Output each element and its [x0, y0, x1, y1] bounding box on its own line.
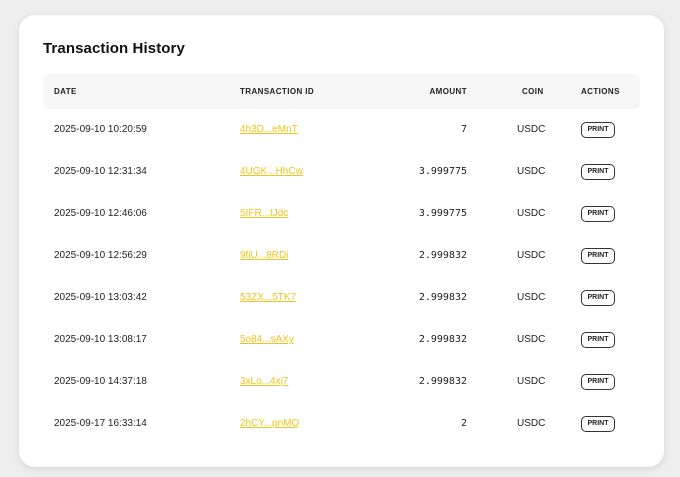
cell-coin: USDC — [517, 418, 546, 429]
table-row: 2025-09-10 13:08:17 5o84...sAXy 2.999832… — [43, 319, 640, 361]
header-actions: ACTIONS — [581, 87, 620, 96]
cell-date: 2025-09-10 13:03:42 — [54, 292, 147, 303]
cell-coin: USDC — [517, 334, 546, 345]
header-amount: AMOUNT — [429, 87, 467, 96]
cell-amount: 3.999775 — [418, 208, 467, 219]
table-row: 2025-09-10 12:31:34 4UGK...HhCw 3.999775… — [43, 151, 640, 193]
table-row: 2025-09-10 10:20:59 4h3D...eMnT 7 USDC P… — [43, 109, 640, 151]
transaction-history-card: Transaction History DATE TRANSACTION ID … — [19, 15, 664, 467]
cell-date: 2025-09-10 14:37:18 — [54, 376, 147, 387]
transaction-id-link[interactable]: 4UGK...HhCw — [240, 166, 303, 177]
header-date: DATE — [54, 87, 77, 96]
table-row: 2025-09-10 12:56:29 9fiU...8RDi 2.999832… — [43, 235, 640, 277]
transaction-id-link[interactable]: 4h3D...eMnT — [240, 124, 298, 135]
table-row: 2025-09-10 12:46:06 5IFR...tJdc 3.999775… — [43, 193, 640, 235]
cell-amount: 3.999775 — [418, 166, 467, 177]
header-coin: COIN — [522, 87, 544, 96]
print-button[interactable]: PRINT — [581, 122, 615, 138]
cell-coin: USDC — [517, 124, 546, 135]
cell-date: 2025-09-10 12:56:29 — [54, 250, 147, 261]
cell-date: 2025-09-10 12:46:06 — [54, 208, 147, 219]
print-button[interactable]: PRINT — [581, 164, 615, 180]
print-button[interactable]: PRINT — [581, 416, 615, 432]
cell-amount: 2.999832 — [418, 334, 467, 345]
transaction-id-link[interactable]: 53ZX...5TK7 — [240, 292, 296, 303]
cell-amount: 7 — [460, 124, 467, 135]
transaction-id-link[interactable]: 3xLo...4xj7 — [240, 376, 288, 387]
cell-coin: USDC — [517, 292, 546, 303]
transaction-id-link[interactable]: 5IFR...tJdc — [240, 208, 288, 219]
page-title: Transaction History — [43, 40, 185, 57]
transaction-id-link[interactable]: 9fiU...8RDi — [240, 250, 288, 261]
transaction-id-link[interactable]: 5o84...sAXy — [240, 334, 294, 345]
cell-amount: 2.999832 — [418, 376, 467, 387]
cell-amount: 2 — [460, 418, 467, 429]
cell-coin: USDC — [517, 166, 546, 177]
print-button[interactable]: PRINT — [581, 332, 615, 348]
print-button[interactable]: PRINT — [581, 206, 615, 222]
cell-date: 2025-09-17 16:33:14 — [54, 418, 147, 429]
cell-amount: 2.999832 — [418, 292, 467, 303]
table-row: 2025-09-10 13:03:42 53ZX...5TK7 2.999832… — [43, 277, 640, 319]
cell-date: 2025-09-10 13:08:17 — [54, 334, 147, 345]
table-row: 2025-09-10 14:37:18 3xLo...4xj7 2.999832… — [43, 361, 640, 403]
transaction-id-link[interactable]: 2hCY...pnMQ — [240, 418, 299, 429]
cell-amount: 2.999832 — [418, 250, 467, 261]
print-button[interactable]: PRINT — [581, 374, 615, 390]
cell-coin: USDC — [517, 376, 546, 387]
table-row: 2025-09-17 16:33:14 2hCY...pnMQ 2 USDC P… — [43, 403, 640, 445]
print-button[interactable]: PRINT — [581, 248, 615, 264]
transaction-table: DATE TRANSACTION ID AMOUNT COIN ACTIONS … — [43, 74, 640, 445]
print-button[interactable]: PRINT — [581, 290, 615, 306]
table-header-row: DATE TRANSACTION ID AMOUNT COIN ACTIONS — [43, 74, 640, 109]
cell-coin: USDC — [517, 208, 546, 219]
cell-coin: USDC — [517, 250, 546, 261]
cell-date: 2025-09-10 10:20:59 — [54, 124, 147, 135]
header-transaction-id: TRANSACTION ID — [240, 87, 315, 96]
cell-date: 2025-09-10 12:31:34 — [54, 166, 147, 177]
